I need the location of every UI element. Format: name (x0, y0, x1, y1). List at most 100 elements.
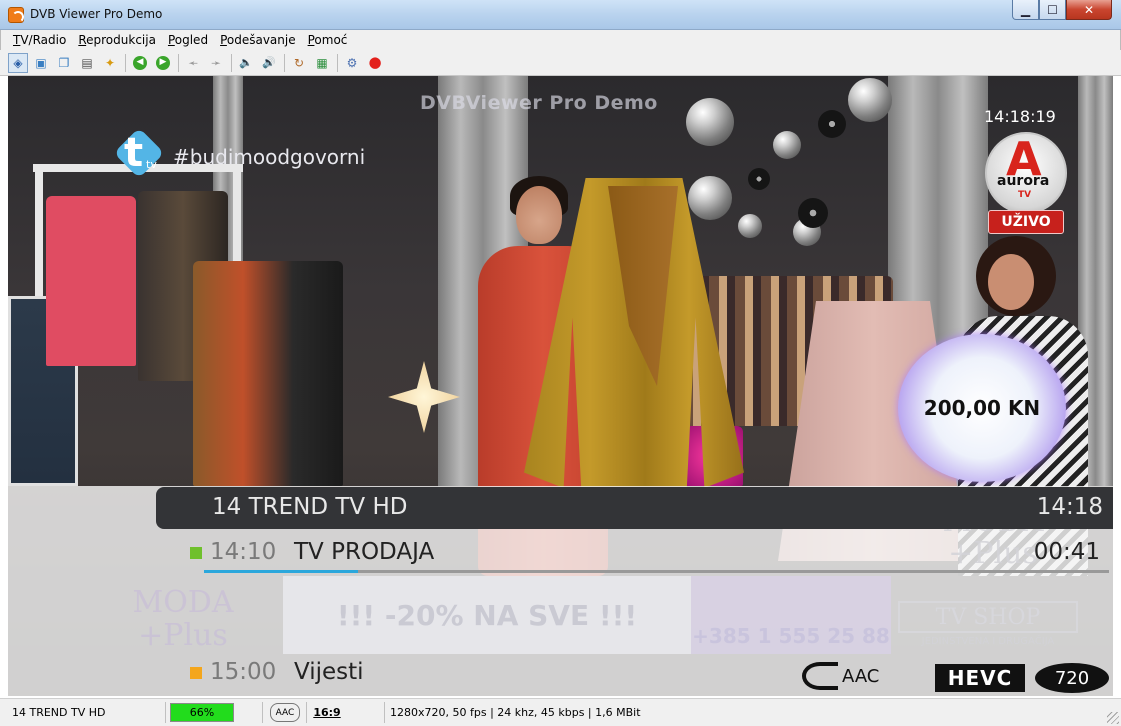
resolution-badge: 720 (1035, 663, 1109, 693)
ornament (686, 98, 734, 146)
epg-progress-bar (204, 570, 1109, 573)
epg-channel-name: 14 TREND TV HD (212, 494, 408, 520)
status-separator (262, 702, 263, 723)
record-icon: ● (368, 53, 382, 71)
price-label: 200,00 KN (923, 396, 1041, 420)
disc-decor (798, 198, 828, 228)
epg-current-time: 14:18 (1036, 494, 1103, 520)
prev-channel-icon: ➛ (187, 55, 199, 70)
pages-button[interactable]: ❐ (54, 53, 74, 73)
next-marker-icon (190, 667, 202, 679)
station-logo-name: aurora (997, 173, 1050, 189)
status-aspect-ratio[interactable]: 16:9 (313, 703, 340, 722)
epg-next-program: 15:00 Vijesti (190, 656, 790, 692)
toolbar-separator (125, 53, 126, 72)
epg-tv-shop-sub: JEDINSTVENA I DRUGAČIJA (921, 636, 1055, 647)
menu-bar: TV/Radio Reprodukcija Pogled Podešavanje… (0, 30, 1121, 50)
epg-current-program: 14:10 TV PRODAJA 00:41 (190, 536, 1110, 572)
status-separator (306, 702, 307, 723)
ornament (738, 214, 762, 238)
video-codec-badge: HEVC (935, 664, 1025, 692)
audio-codec-label: AAC (842, 665, 880, 687)
hashtag-caption: #budimoodgovorni (173, 145, 366, 169)
resize-grip-icon[interactable] (1107, 712, 1119, 724)
menu-pogled[interactable]: Pogled (168, 33, 208, 47)
settings-button[interactable]: ⚙ (342, 53, 362, 73)
broadcast-clock: 14:18:19 (984, 107, 1056, 126)
epg-next-title: Vijesti (294, 659, 364, 685)
disc-decor (748, 168, 770, 190)
maximize-button[interactable]: ☐ (1039, 0, 1066, 20)
epg-next-start: 15:00 (210, 659, 277, 685)
epg-icon: ✦ (104, 55, 116, 70)
disc-decor (818, 110, 846, 138)
next-channel-icon: ➛ (210, 55, 222, 70)
status-separator (165, 702, 166, 723)
minimize-button[interactable]: ▁ (1012, 0, 1039, 20)
menu-podesavanje[interactable]: Podešavanje (220, 33, 296, 47)
toolbar-separator (231, 53, 232, 72)
teletext-button[interactable]: ▤ (77, 53, 97, 73)
garment-rack (193, 261, 343, 486)
status-stream-info: 1280x720, 50 fps | 24 khz, 45 kbps | 1,6… (390, 706, 641, 719)
tv-mode-icon: ◈ (13, 55, 23, 70)
toolbar-separator (178, 53, 179, 72)
price-bubble: 200,00 KN (898, 334, 1066, 482)
volume-up-icon: 🔊 (262, 56, 276, 69)
status-bar: 14 TREND TV HD 66% AAC 16:9 1280x720, 50… (0, 698, 1121, 726)
volume-down-button[interactable]: 🔈 (236, 53, 256, 73)
settings-icon: ⚙ (346, 55, 358, 70)
current-marker-icon (190, 547, 202, 559)
channel-logo: t tv (108, 127, 165, 184)
snapshot-button[interactable]: ▦ (312, 53, 332, 73)
epg-progress-fill (204, 570, 358, 573)
epg-current-start: 14:10 (210, 539, 277, 565)
channel-logo-sub: tv (146, 158, 157, 171)
tv-mode-button[interactable]: ◈ (8, 52, 28, 73)
toolbar-separator (337, 53, 338, 72)
epg-promo-banner: !!! -20% NA SVE !!! (283, 576, 691, 654)
menu-pomoc[interactable]: Pomoć (308, 33, 348, 47)
audio-codec-badge: AAC (802, 660, 892, 692)
toolbar: ◈ ▣ ❐ ▤ ✦ ◀ ▶ ➛ ➛ 🔈 🔊 ↻ ▦ ⚙ ● (0, 50, 1121, 76)
station-logo: A aurora TV (985, 132, 1067, 214)
close-button[interactable]: ✕ (1066, 0, 1112, 20)
snapshot-icon: ▦ (316, 55, 328, 70)
timeshift-button[interactable]: ↻ (289, 53, 309, 73)
menu-reprodukcija[interactable]: Reprodukcija (78, 33, 156, 47)
menu-tv-radio[interactable]: TV/Radio (13, 33, 66, 47)
timeshift-icon: ↻ (293, 55, 305, 70)
epg-button[interactable]: ✦ (100, 53, 120, 73)
ornament (848, 78, 892, 122)
epg-current-title: TV PRODAJA (294, 539, 435, 565)
presenter-face (988, 254, 1034, 310)
status-signal-meter: 66% (170, 703, 234, 722)
video-display[interactable]: DVBViewer Pro Demo t tv #budimoodgovorni… (8, 76, 1113, 696)
epg-tv-shop: TV SHOP (898, 601, 1078, 633)
ornament (773, 131, 801, 159)
epg-brand-left: MODA +Plus (132, 585, 234, 653)
forward-button[interactable]: ▶ (153, 53, 173, 73)
pages-icon: ❐ (58, 55, 70, 70)
window-title: DVB Viewer Pro Demo (30, 7, 163, 21)
picture-button[interactable]: ▣ (31, 53, 51, 73)
back-button[interactable]: ◀ (130, 53, 150, 73)
demo-watermark: DVBViewer Pro Demo (420, 92, 658, 114)
title-bar[interactable]: DVB Viewer Pro Demo ▁ ☐ ✕ (0, 0, 1121, 30)
status-separator (384, 702, 385, 723)
record-button[interactable]: ● (365, 53, 385, 73)
back-icon: ◀ (133, 55, 147, 70)
app-icon (8, 7, 24, 23)
volume-down-icon: 🔈 (239, 56, 253, 69)
live-badge: UŽIVO (988, 210, 1064, 234)
channel-logo-letter: t (124, 130, 144, 176)
station-logo-sub: TV (1018, 190, 1032, 200)
next-channel-button[interactable]: ➛ (206, 53, 226, 73)
volume-up-button[interactable]: 🔊 (259, 53, 279, 73)
epg-header: 14 TREND TV HD 14:18 (156, 487, 1113, 529)
status-channel: 14 TREND TV HD (12, 706, 106, 719)
prev-channel-button[interactable]: ➛ (183, 53, 203, 73)
picture-icon: ▣ (35, 55, 47, 70)
teletext-icon: ▤ (81, 55, 93, 70)
status-audio-icon: AAC (270, 703, 300, 722)
